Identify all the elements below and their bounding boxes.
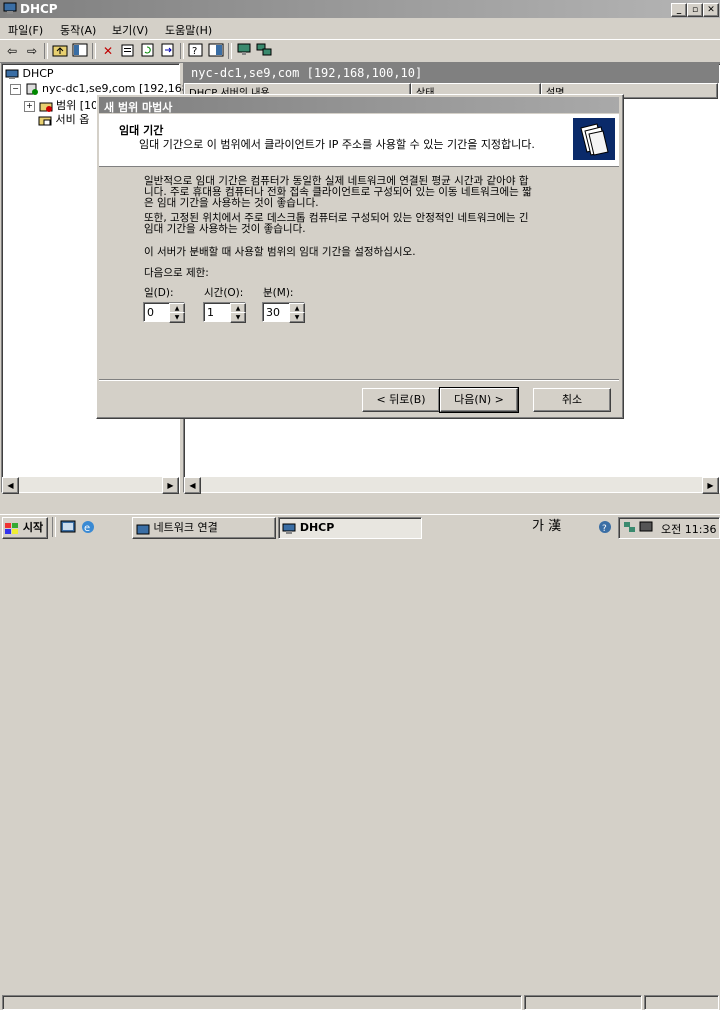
- days-value[interactable]: 0: [147, 306, 154, 319]
- close-button[interactable]: ✕: [703, 3, 719, 17]
- back-icon[interactable]: ⇦: [4, 43, 20, 59]
- server-icon: [25, 83, 39, 95]
- status-cell-2: [524, 995, 642, 1010]
- tree-label-options: 서비 옵: [55, 113, 90, 126]
- minutes-spinner[interactable]: 30 ▲ ▼: [262, 302, 305, 323]
- scroll-right-icon[interactable]: ▶: [702, 477, 719, 494]
- up-folder-icon[interactable]: [52, 43, 68, 59]
- menu-bar: 파일(F) 동작(A) 보기(V) 도움말(H): [0, 19, 720, 38]
- dialog-title: 새 범위 마법사: [104, 101, 173, 114]
- windows-logo-icon: [5, 522, 19, 534]
- limit-label: 다음으로 제한:: [144, 267, 209, 279]
- show-desktop-icon[interactable]: [60, 519, 76, 535]
- minimize-button[interactable]: _: [671, 3, 687, 17]
- start-label: 시작: [22, 521, 44, 534]
- internet-explorer-icon[interactable]: e: [80, 519, 96, 535]
- dhcp-icon: [3, 2, 17, 15]
- cancel-button[interactable]: 취소: [533, 388, 611, 412]
- content-header: nyc-dc1,se9,com [192,168,100,10]: [183, 63, 719, 83]
- tree-item-dhcp[interactable]: DHCP: [5, 67, 54, 80]
- toolbar: ⇦ ⇨ ✕ ?: [0, 39, 720, 63]
- dialog-instruction: 이 서버가 분배할 때 사용할 범위의 임대 기간을 설정하십시오.: [144, 246, 416, 258]
- task-label: 네트워크 연결: [153, 521, 218, 534]
- hours-value[interactable]: 1: [207, 306, 214, 319]
- scroll-left-icon[interactable]: ◀: [184, 477, 201, 494]
- tree-hscrollbar[interactable]: ◀ ▶: [2, 477, 179, 494]
- clock: 오전 11:36: [661, 523, 717, 536]
- delete-icon[interactable]: ✕: [100, 43, 116, 59]
- days-spinner[interactable]: 0 ▲ ▼: [143, 302, 185, 323]
- menu-action[interactable]: 동작(A): [60, 22, 96, 38]
- menu-help[interactable]: 도움말(H): [165, 22, 212, 38]
- dhcp-icon: [5, 69, 19, 80]
- dialog-subheading: 임대 기간으로 이 범위에서 클라이언트가 IP 주소를 사용할 수 있는 기간…: [139, 138, 535, 151]
- minutes-label: 분(M):: [263, 287, 294, 299]
- scroll-left-icon[interactable]: ◀: [2, 477, 19, 494]
- spin-down-icon[interactable]: ▼: [289, 312, 305, 323]
- show-hide-tree-icon[interactable]: [72, 43, 88, 59]
- days-spin-buttons: ▲ ▼: [169, 303, 185, 323]
- menu-view[interactable]: 보기(V): [112, 22, 148, 38]
- toolbar-separator: [228, 43, 232, 59]
- ime-help-icon[interactable]: ?: [598, 520, 612, 534]
- dialog-para2-line2: 임대 기간을 사용하는 것이 좋습니다.: [144, 223, 306, 235]
- dialog-separator: [99, 379, 619, 381]
- hours-label: 시간(O):: [204, 287, 244, 299]
- days-label: 일(D):: [144, 287, 174, 299]
- ime-indicator[interactable]: 가 漢: [526, 517, 592, 537]
- svg-text:?: ?: [602, 524, 607, 534]
- minutes-spin-buttons: ▲ ▼: [289, 303, 305, 323]
- wizard-pages-icon: [573, 118, 615, 160]
- ime-label: 가 漢: [532, 519, 562, 534]
- dialog-title-bar[interactable]: 새 범위 마법사: [99, 97, 619, 114]
- window-title-bar[interactable]: DHCP _ ▫ ✕: [0, 0, 720, 18]
- window-title: DHCP: [20, 2, 58, 16]
- refresh-icon[interactable]: [140, 43, 156, 59]
- network-tray-icon[interactable]: [623, 520, 637, 534]
- status-cell-main: [2, 995, 522, 1010]
- expand-icon[interactable]: +: [24, 100, 35, 112]
- tree-label-root: DHCP: [22, 67, 54, 80]
- restore-button[interactable]: ▫: [687, 3, 703, 17]
- server-icon[interactable]: [236, 43, 252, 59]
- task-label: DHCP: [299, 521, 335, 534]
- svg-text:?: ?: [192, 46, 197, 57]
- taskbar-separator: [52, 517, 56, 537]
- scroll-right-icon[interactable]: ▶: [162, 477, 179, 494]
- next-button[interactable]: 다음(N) >: [439, 387, 519, 413]
- toolbar-separator: [44, 43, 48, 59]
- console-icon[interactable]: [208, 43, 224, 59]
- spin-down-icon[interactable]: ▼: [230, 312, 246, 323]
- task-network-connections[interactable]: 네트워크 연결: [132, 517, 276, 539]
- system-tray: 오전 11:36: [618, 517, 720, 539]
- toolbar-separator: [92, 43, 96, 59]
- content-header-title: nyc-dc1,se9,com [192,168,100,10]: [191, 66, 423, 80]
- status-bar: [0, 497, 720, 1010]
- hours-spin-buttons: ▲ ▼: [230, 303, 246, 323]
- network-connections-icon: [136, 522, 150, 535]
- menu-file[interactable]: 파일(F): [8, 22, 43, 38]
- network-icon[interactable]: [256, 43, 272, 59]
- help-icon[interactable]: ?: [188, 43, 204, 59]
- tree-item-server-options[interactable]: 서비 옵: [38, 111, 89, 127]
- content-hscrollbar[interactable]: ◀ ▶: [184, 477, 719, 494]
- dialog-header: 임대 기간 임대 기간으로 이 범위에서 클라이언트가 IP 주소를 사용할 수…: [99, 114, 619, 167]
- hours-spinner[interactable]: 1 ▲ ▼: [203, 302, 246, 323]
- toolbar-separator: [180, 43, 184, 59]
- task-dhcp[interactable]: DHCP: [278, 517, 422, 539]
- minutes-value[interactable]: 30: [266, 306, 280, 319]
- folder-icon: [38, 114, 52, 126]
- forward-icon[interactable]: ⇨: [24, 43, 40, 59]
- back-button[interactable]: < 뒤로(B): [362, 388, 440, 412]
- monitor-tray-icon[interactable]: [639, 520, 653, 534]
- start-button[interactable]: 시작: [2, 517, 48, 539]
- dialog-para1-line3: 은 임대 기간을 사용하는 것이 좋습니다.: [144, 197, 319, 209]
- export-icon[interactable]: [160, 43, 176, 59]
- svg-text:e: e: [84, 523, 90, 534]
- properties-icon[interactable]: [120, 43, 136, 59]
- status-cell-3: [644, 995, 719, 1010]
- spin-down-icon[interactable]: ▼: [169, 312, 185, 323]
- collapse-icon[interactable]: −: [10, 83, 21, 95]
- dhcp-icon: [282, 522, 296, 534]
